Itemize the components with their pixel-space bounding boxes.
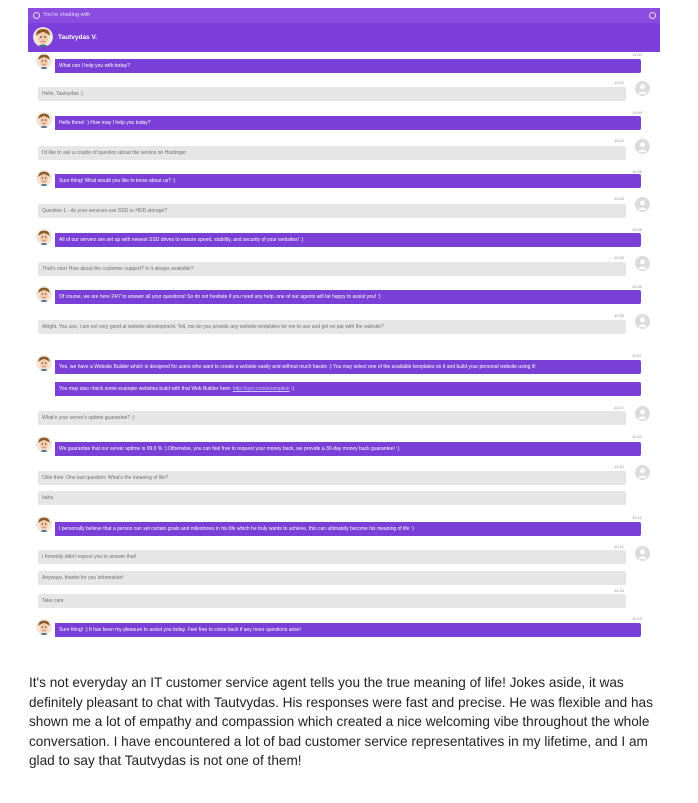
agent-avatar xyxy=(36,516,52,532)
agent-avatar xyxy=(36,112,52,128)
agent-avatar xyxy=(36,170,52,186)
agent-avatar xyxy=(36,436,52,452)
message-time: 11:07 xyxy=(632,353,642,358)
message-time: 11:05 xyxy=(614,196,624,201)
message-time: 11:03 xyxy=(614,80,624,85)
user-avatar xyxy=(635,81,650,96)
agent-avatar xyxy=(36,619,52,635)
agent-header: Tautvydas V. xyxy=(28,23,660,52)
user-avatar xyxy=(635,139,650,154)
user-avatar xyxy=(635,465,650,480)
user-avatar xyxy=(635,256,650,271)
agent-message: All of our servers are set up with newes… xyxy=(55,233,641,247)
agent-avatar xyxy=(33,27,53,47)
agent-name: Tautvydas V. xyxy=(58,34,98,41)
agent-message: Yes, we have a Website Builder which is … xyxy=(55,360,641,374)
message-time: 11:10 xyxy=(614,464,624,469)
user-message: Okie then. One last question: What's the… xyxy=(38,471,626,485)
message-text: You may also check some example websites… xyxy=(59,386,232,392)
message-time: 11:12 xyxy=(632,515,642,520)
user-message: I'd like to ask a couple of question abo… xyxy=(38,146,626,160)
user-message: Anyways, thanks for you information! xyxy=(38,571,626,585)
message-time: 11:10 xyxy=(632,434,642,439)
message-time: 11:13 xyxy=(614,588,624,593)
message-time: 11:03 xyxy=(614,138,624,143)
message-time: 11:12 xyxy=(614,544,624,549)
message-time: 11:05 xyxy=(614,313,624,318)
agent-avatar xyxy=(36,355,52,371)
agent-message: Sure thing! :) It has been my pleasure t… xyxy=(55,623,641,637)
agent-avatar xyxy=(36,286,52,302)
message-time: 11:05 xyxy=(632,284,642,289)
agent-avatar xyxy=(36,53,52,69)
message-time: 11:05 xyxy=(632,227,642,232)
chat-status-label: You're chatting with xyxy=(43,12,91,18)
chat-window: You're chatting with Tautvydas V. 11:00 … xyxy=(28,8,660,650)
user-message: Take care xyxy=(38,594,626,608)
user-message: Alright. You see, I am not very good at … xyxy=(38,320,626,334)
user-message: That's nice! How about the customer supp… xyxy=(38,262,626,276)
user-avatar xyxy=(635,406,650,421)
agent-message: Hello there! :) How may I help you today… xyxy=(55,116,641,130)
user-message: Question 1 - do your services use SSD or… xyxy=(38,204,626,218)
agent-message: Sure thing! What would you like to know … xyxy=(55,174,641,188)
agent-message: I personally believe that a person can s… xyxy=(55,522,641,536)
user-message: I honestly didn't expect you to answer t… xyxy=(38,550,626,564)
user-avatar xyxy=(635,314,650,329)
message-time: 11:13 xyxy=(632,616,642,621)
status-icon xyxy=(33,12,40,19)
message-time: 11:05 xyxy=(614,255,624,260)
message-suffix: :) xyxy=(291,386,295,392)
user-avatar xyxy=(635,197,650,212)
user-message: What's your server's uptime guarantee? :… xyxy=(38,411,626,425)
user-avatar xyxy=(635,546,650,561)
message-time: 11:00 xyxy=(632,52,642,57)
chat-status-bar: You're chatting with xyxy=(28,8,660,23)
minimize-icon[interactable] xyxy=(649,12,656,19)
user-message: haha xyxy=(38,491,626,505)
review-caption: It's not everyday an IT customer service… xyxy=(29,675,653,768)
message-time: 11:05 xyxy=(632,110,642,115)
agent-message: We guarantee that our server uptime is 9… xyxy=(55,442,641,456)
agent-message: You may also check some example websites… xyxy=(55,382,641,396)
agent-message: What can I help you with today? xyxy=(55,59,641,73)
message-time: 11:07 xyxy=(614,405,624,410)
examples-link[interactable]: http://zyro.com/examples/ xyxy=(233,386,290,392)
agent-avatar xyxy=(36,229,52,245)
user-message: Hello, Tautvydas :) xyxy=(38,87,626,101)
agent-message: Of course, we are here 24/7 to answer al… xyxy=(55,290,641,304)
